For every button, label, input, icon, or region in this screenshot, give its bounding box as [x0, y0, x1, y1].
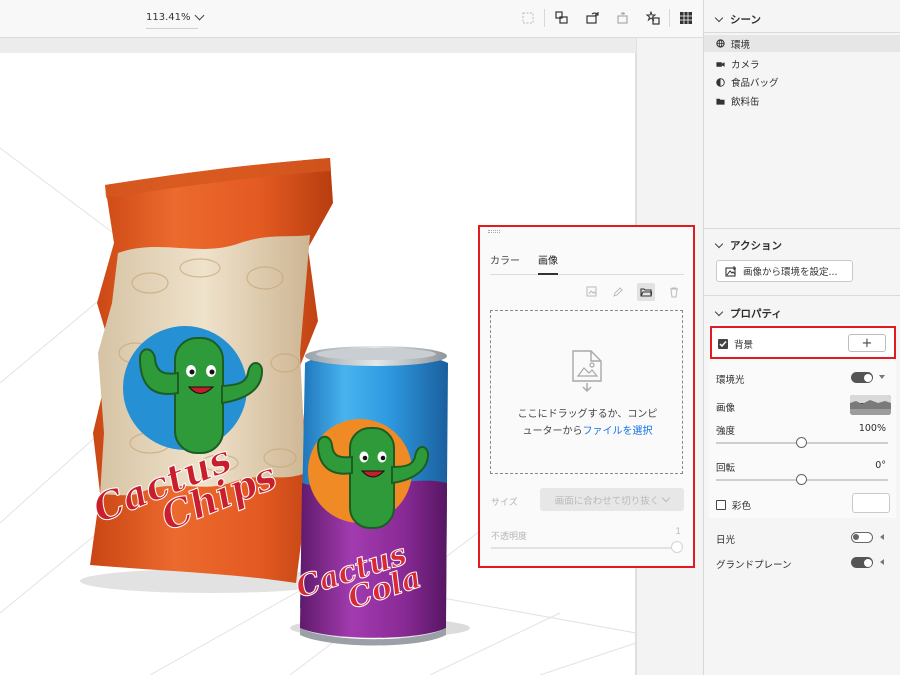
size-label: サイズ — [491, 498, 518, 508]
sunlight-toggle[interactable] — [851, 532, 873, 543]
pan-camera-icon[interactable] — [616, 11, 630, 25]
scene-item-environment[interactable]: 環境 — [704, 35, 900, 52]
opacity-slider-track[interactable] — [491, 547, 676, 549]
delete-trash-icon[interactable] — [667, 285, 681, 299]
add-background-label: + — [861, 335, 873, 351]
rotation-slider-knob[interactable] — [796, 474, 807, 485]
background-label: 背景 — [734, 340, 754, 351]
grid-toggle-icon[interactable] — [679, 11, 693, 25]
popover-tabs: カラー 画像 — [490, 255, 684, 275]
open-folder-icon[interactable] — [637, 283, 655, 301]
expand-down-icon[interactable] — [879, 375, 885, 380]
scene-item-label: 食品バッグ — [731, 78, 779, 89]
canvas-header-strip — [0, 38, 703, 53]
tint-checkbox-group[interactable]: 彩色 — [716, 498, 751, 512]
tab-image[interactable]: 画像 — [538, 255, 558, 275]
ground-plane-label: グランドプレーン — [716, 560, 792, 571]
toolbar-divider — [544, 9, 545, 27]
popover-toolbar — [585, 283, 681, 301]
environment-light-toggle[interactable] — [851, 372, 873, 383]
environment-light-label: 環境光 — [716, 375, 745, 386]
replace-image-icon[interactable] — [585, 285, 599, 299]
tint-color-swatch[interactable] — [852, 493, 890, 513]
background-checkbox-group[interactable]: 背景 — [718, 337, 753, 351]
camera-icon — [716, 61, 725, 67]
intensity-slider-knob[interactable] — [796, 437, 807, 448]
dropzone-line-2-prefix: ューターから — [522, 426, 583, 437]
environment-image-thumbnail[interactable] — [850, 395, 891, 415]
chevron-down-icon — [662, 493, 671, 503]
background-checkbox[interactable] — [718, 339, 728, 349]
chevron-down-icon — [714, 239, 724, 249]
zoom-underline — [146, 28, 198, 29]
intensity-label: 強度 — [716, 426, 736, 437]
scene-item-label: 飲料缶 — [731, 97, 760, 108]
add-background-button[interactable]: + — [848, 334, 886, 352]
divider — [704, 295, 900, 296]
tab-color[interactable]: カラー — [490, 255, 520, 275]
chevron-down-icon — [714, 13, 724, 23]
properties-title: プロパティ — [730, 308, 782, 320]
opacity-value: 1 — [675, 527, 681, 537]
ground-plane-toggle[interactable] — [851, 557, 873, 568]
dropzone-text: ここにドラッグするか、コンピ ューターからファイルを選択 — [491, 406, 684, 440]
expand-left-icon[interactable] — [880, 559, 885, 565]
dropzone-line-2: ューターからファイルを選択 — [491, 423, 684, 440]
add-light-icon[interactable] — [646, 11, 660, 25]
right-panel: シーン 環境 カメラ 食品バッグ 飲料缶 アクション 画像から環境を設定... … — [703, 0, 900, 675]
sunlight-label: 日光 — [716, 535, 736, 546]
edit-pencil-icon[interactable] — [611, 285, 625, 299]
image-file-icon — [572, 350, 602, 392]
select-file-link[interactable]: ファイルを選択 — [583, 426, 653, 437]
rotation-label: 回転 — [716, 463, 736, 474]
background-popover: カラー 画像 ここにドラッグするか、コンピ ューターからファイルを選択 サイズ — [478, 225, 695, 568]
tint-checkbox[interactable] — [716, 500, 726, 510]
intensity-value: 100% — [858, 423, 886, 434]
popover-drag-handle[interactable] — [488, 230, 500, 233]
frame-icon[interactable] — [521, 11, 535, 25]
scene-item-drink-can[interactable]: 飲料缶 — [716, 94, 760, 108]
transform-icon[interactable] — [555, 11, 569, 25]
globe-icon — [716, 39, 725, 48]
actions-title: アクション — [730, 240, 782, 252]
image-add-icon — [725, 265, 736, 277]
scene-title: シーン — [730, 14, 761, 26]
opacity-label: 不透明度 — [491, 532, 528, 542]
rotation-value: 0° — [875, 460, 886, 471]
soda-can-model: Cactus Cola — [291, 346, 448, 646]
scene-item-label: 環境 — [731, 39, 751, 51]
dropzone-line-1: ここにドラッグするか、コンピ — [517, 409, 658, 420]
divider — [704, 32, 900, 33]
tint-label: 彩色 — [732, 501, 752, 512]
zoom-dropdown[interactable]: 113.41% — [146, 10, 204, 23]
chevron-down-icon — [194, 10, 204, 21]
material-icon — [716, 77, 725, 87]
background-row: 背景 + — [710, 326, 896, 359]
toolbar-divider — [669, 9, 670, 27]
scene-item-camera[interactable]: カメラ — [716, 57, 760, 71]
scene-item-label: カメラ — [731, 60, 760, 71]
rotate-camera-icon[interactable] — [586, 11, 600, 25]
divider — [704, 228, 900, 229]
set-environment-label: 画像から環境を設定... — [743, 267, 838, 278]
set-environment-from-image-button[interactable]: 画像から環境を設定... — [716, 260, 853, 282]
checkmark-icon — [719, 341, 727, 348]
folder-icon — [716, 98, 725, 105]
expand-left-icon[interactable] — [880, 534, 885, 540]
size-dropdown[interactable]: 画面に合わせて切り抜く — [540, 488, 684, 511]
opacity-slider-knob[interactable] — [671, 541, 683, 553]
properties-section-header[interactable]: プロパティ — [714, 306, 782, 321]
chevron-down-icon — [714, 307, 724, 317]
size-dropdown-value: 画面に合わせて切り抜く — [554, 495, 660, 507]
scene-item-food-bag[interactable]: 食品バッグ — [716, 75, 779, 89]
image-label: 画像 — [716, 403, 736, 414]
scene-section-header[interactable]: シーン — [714, 12, 761, 27]
image-dropzone[interactable]: ここにドラッグするか、コンピ ューターからファイルを選択 — [490, 310, 683, 474]
zoom-value: 113.41% — [146, 12, 191, 23]
top-toolbar: 113.41% — [0, 0, 703, 38]
actions-section-header[interactable]: アクション — [714, 238, 782, 253]
chip-bag-model: Cactus Chips — [86, 158, 333, 583]
